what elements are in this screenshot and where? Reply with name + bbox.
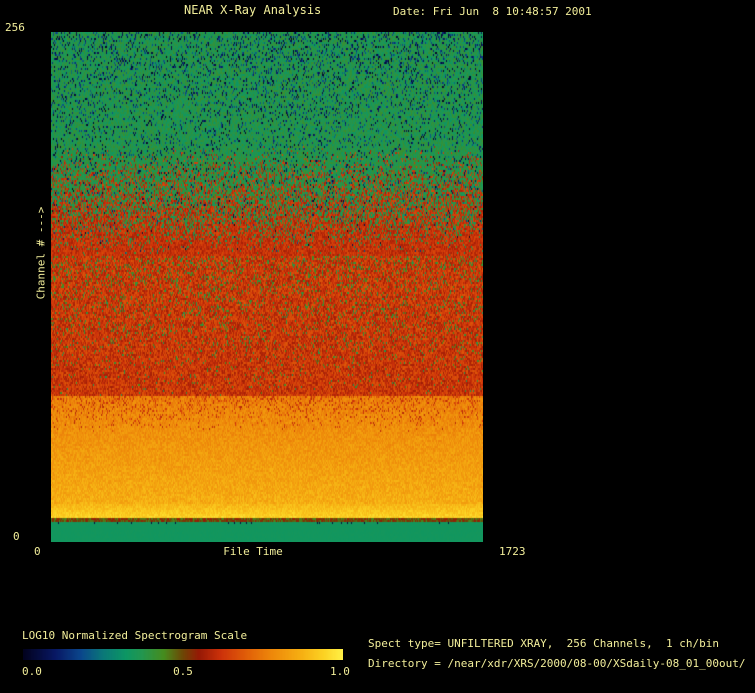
colorbar-gradient bbox=[23, 649, 343, 660]
colorbar-tick-mid: 0.5 bbox=[173, 665, 193, 678]
x-axis-max-tick: 1723 bbox=[499, 545, 526, 558]
x-axis-label: File Time bbox=[223, 545, 283, 558]
y-axis-max-tick: 256 bbox=[5, 21, 25, 34]
near-xray-analysis-window: NEAR X-Ray Analysis Date: Fri Jun 8 10:4… bbox=[0, 0, 755, 693]
spect-type-line: Spect type= UNFILTERED XRAY, 256 Channel… bbox=[368, 637, 719, 650]
page-title: NEAR X-Ray Analysis bbox=[184, 3, 322, 17]
directory-line: Directory = /near/xdr/XRS/2000/08-00/XSd… bbox=[368, 657, 746, 670]
datetime-label: Date: Fri Jun 8 10:48:57 2001 bbox=[393, 5, 592, 18]
colorbar-tick-min: 0.0 bbox=[22, 665, 42, 678]
colorbar-title: LOG10 Normalized Spectrogram Scale bbox=[22, 629, 248, 642]
x-axis-min-tick: 0 bbox=[34, 545, 41, 558]
y-axis-min-tick: 0 bbox=[13, 530, 20, 543]
y-axis-label: Channel # ---> bbox=[34, 206, 48, 300]
spectrogram-plot bbox=[51, 32, 483, 542]
colorbar-tick-max: 1.0 bbox=[330, 665, 350, 678]
